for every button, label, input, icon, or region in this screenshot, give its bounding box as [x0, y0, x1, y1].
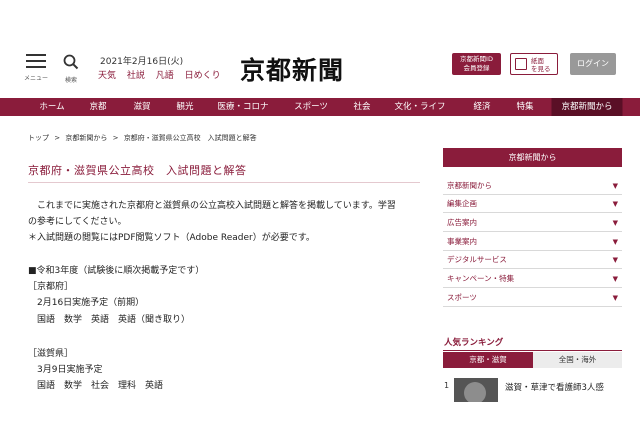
main-nav: ホーム 京都 滋賀 観光 医療・コロナ スポーツ 社会 文化・ライフ 経済 特集…	[0, 98, 640, 116]
nav-tourism[interactable]: 観光	[176, 98, 193, 116]
sidebar-item-ads[interactable]: 広告案内 ▼	[443, 214, 622, 232]
site-logo[interactable]: 京都新聞	[240, 51, 344, 87]
chevron-down-icon: ▼	[612, 182, 618, 190]
ranking-number: 1	[444, 381, 450, 390]
chevron-down-icon: ▼	[612, 256, 618, 264]
section-heading-r3: ■令和3年度（試験後に順次掲載予定です）	[28, 266, 205, 276]
sidebar-item-editorial[interactable]: 編集企画 ▼	[443, 195, 622, 213]
nav-features[interactable]: 特集	[516, 98, 533, 116]
nav-culture-life[interactable]: 文化・ライフ	[394, 98, 445, 116]
chevron-down-icon: ▼	[612, 294, 618, 302]
sidebar-item-business[interactable]: 事業案内 ▼	[443, 233, 622, 251]
nav-medical-corona[interactable]: 医療・コロナ	[217, 98, 268, 116]
nav-sports[interactable]: スポーツ	[294, 98, 328, 116]
quick-link-calendar[interactable]: 日めくり	[185, 71, 221, 81]
member-register-button[interactable]: 京都新聞ID 会員登録	[452, 53, 501, 75]
nav-kyoto[interactable]: 京都	[89, 98, 106, 116]
breadcrumb-separator: >	[112, 134, 119, 142]
ranking-thumbnail[interactable]	[454, 378, 498, 402]
search-icon	[63, 54, 79, 70]
search-button[interactable]: 検索	[60, 54, 82, 84]
nav-shiga[interactable]: 滋賀	[133, 98, 150, 116]
sidebar-item-label: 事業案内	[447, 237, 477, 246]
intro-line-2: の参考にしてください。	[28, 217, 127, 227]
newspaper-icon	[515, 58, 527, 70]
login-button[interactable]: ログイン	[570, 53, 616, 75]
sidebar-item-label: キャンペーン・特集	[447, 274, 515, 283]
view-paper-button[interactable]: 紙面 を見る	[510, 53, 558, 75]
sidebar-item-label: 広告案内	[447, 218, 477, 227]
chevron-down-icon: ▼	[612, 238, 618, 246]
sidebar-item-from-kyoto-np[interactable]: 京都新聞から ▼	[443, 177, 622, 195]
menu-label: メニュー	[24, 75, 49, 82]
sidebar-item-label: スポーツ	[447, 293, 477, 302]
shiga-date: 3月9日実施予定	[28, 365, 103, 375]
view-paper-line2: を見る	[531, 65, 551, 73]
page-title: 京都府・滋賀県公立高校 入試問題と解答	[28, 164, 247, 177]
tab-kyoto-shiga[interactable]: 京都・滋賀	[443, 352, 533, 368]
hamburger-icon	[26, 54, 46, 68]
current-date: 2021年2月16日(火)	[100, 57, 184, 67]
view-paper-line1: 紙面	[531, 57, 544, 65]
kyoto-heading: ［京都府］	[28, 282, 74, 292]
search-label: 検索	[64, 77, 77, 84]
breadcrumb-top[interactable]: トップ	[28, 134, 49, 142]
menu-button[interactable]: メニュー	[24, 54, 48, 82]
title-divider	[28, 182, 420, 183]
ranking-article-title[interactable]: 滋賀・草津で看護師3人感	[505, 381, 604, 393]
breadcrumb-current: 京都府・滋賀県公立高校 入試問題と解答	[123, 134, 257, 142]
pdf-note: ＊入試問題の閲覧にはPDF閲覧ソフト（Adobe Reader）が必要です。	[28, 233, 315, 243]
site-header: メニュー 検索 2021年2月16日(火) 天気 社説 凡語 日めくり 京都新聞…	[0, 40, 640, 98]
quick-links: 天気 社説 凡語 日めくり	[98, 68, 229, 81]
quick-link-bongo[interactable]: 凡語	[156, 71, 174, 81]
sidebar-item-label: 編集企画	[447, 199, 477, 208]
shiga-heading: ［滋賀県］	[28, 349, 74, 359]
quick-link-editorial[interactable]: 社説	[127, 71, 145, 81]
sidebar-item-label: デジタルサービス	[447, 255, 507, 264]
ranking-heading: 人気ランキング	[444, 338, 504, 348]
breadcrumb-separator: >	[54, 134, 61, 142]
breadcrumb: トップ > 京都新聞から > 京都府・滋賀県公立高校 入試問題と解答	[28, 133, 257, 143]
intro-line-1: これまでに実施された京都府と滋賀県の公立高校入試問題と解答を掲載しています。学習	[28, 201, 396, 211]
sidebar-item-sports[interactable]: スポーツ ▼	[443, 289, 622, 307]
nav-home[interactable]: ホーム	[39, 98, 64, 116]
breadcrumb-from-kyoto-np[interactable]: 京都新聞から	[65, 134, 107, 142]
sidebar-heading: 京都新聞から	[443, 148, 622, 167]
nav-society[interactable]: 社会	[353, 98, 370, 116]
chevron-down-icon: ▼	[612, 275, 618, 283]
quick-link-weather[interactable]: 天気	[98, 71, 116, 81]
shiga-subjects: 国語 数学 社会 理科 英語	[28, 381, 164, 391]
chevron-down-icon: ▼	[612, 219, 618, 227]
nav-economy[interactable]: 経済	[473, 98, 490, 116]
member-register-line1: 京都新聞ID	[460, 55, 493, 63]
sidebar-item-digital[interactable]: デジタルサービス ▼	[443, 251, 622, 269]
sidebar-item-label: 京都新聞から	[447, 181, 492, 190]
kyoto-date: 2月16日実施予定（前期）	[28, 298, 145, 308]
sidebar-item-campaign[interactable]: キャンペーン・特集 ▼	[443, 270, 622, 288]
kyoto-subjects: 国語 数学 英語 英語（聞き取り）	[28, 315, 191, 325]
nav-from-kyoto-np[interactable]: 京都新聞から	[551, 98, 623, 116]
tab-national-overseas[interactable]: 全国・海外	[533, 352, 622, 368]
member-register-line2: 会員登録	[463, 64, 490, 72]
ranking-divider	[443, 350, 622, 351]
chevron-down-icon: ▼	[612, 200, 618, 208]
